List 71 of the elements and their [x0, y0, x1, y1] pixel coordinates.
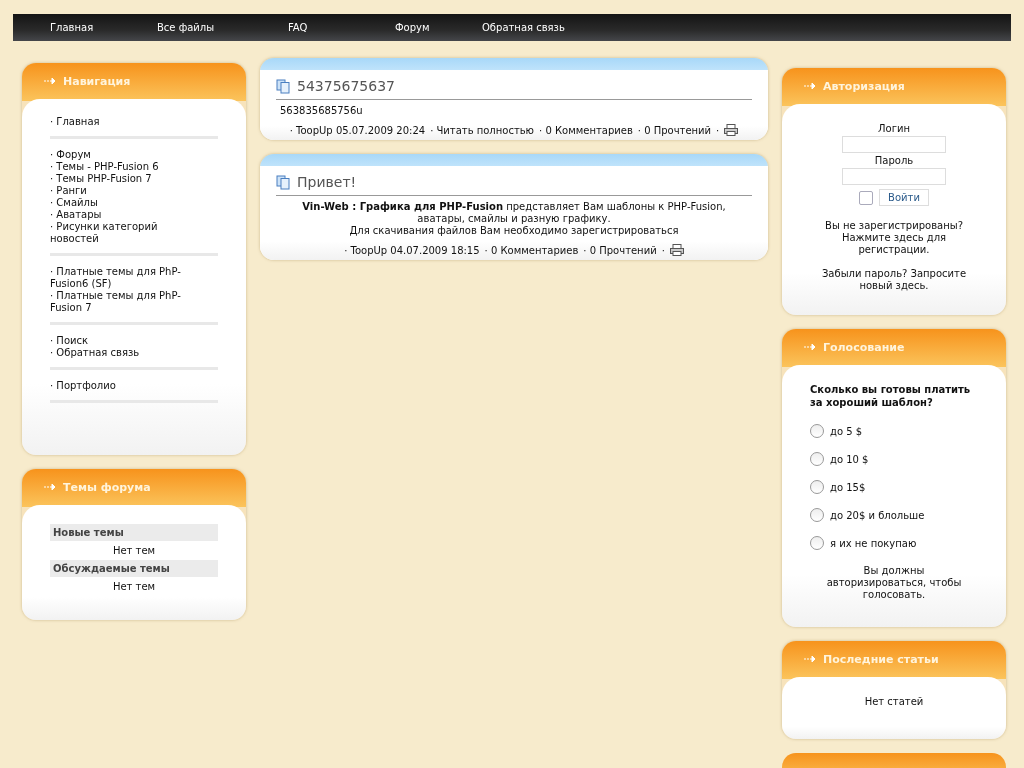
panel-title: Авторизация — [823, 79, 905, 93]
arrow-icon — [804, 656, 815, 662]
news-title: 54375675637 — [297, 78, 395, 94]
menu-link[interactable]: FAQ — [275, 22, 382, 33]
login-button[interactable]: Войти — [879, 189, 929, 206]
poll-note: Вы должны авторизироваться, чтобы голосовать. — [825, 565, 963, 601]
nav-link[interactable]: · Ранги — [50, 185, 200, 197]
radio-button[interactable] — [810, 452, 824, 466]
meta-text: · — [661, 244, 665, 256]
register-text[interactable]: Вы не зарегистрированы? Нажмите здесь для регистрации. — [816, 220, 972, 256]
radio-button[interactable] — [810, 508, 824, 522]
menu-link[interactable]: Все файлы — [144, 22, 275, 33]
option-label: до 5 $ — [830, 425, 863, 437]
empty-text: Нет тем — [111, 580, 157, 594]
login-label: Логин — [878, 123, 910, 134]
meta-text: · ToopUp 04.07.2009 18:15 — [344, 244, 480, 256]
panel-title: Голосование — [823, 340, 905, 354]
empty-text: Нет тем — [111, 544, 157, 558]
option-label: до 10 $ — [830, 453, 869, 465]
news-title: Привет! — [297, 174, 357, 190]
nav-link[interactable]: · Главная — [50, 116, 200, 128]
document-icon — [276, 174, 291, 190]
forgot-password-text[interactable]: Забыли пароль? Запросите новый здесь. — [816, 268, 972, 292]
arrow-icon — [44, 484, 55, 490]
panel-title: Навигация — [63, 74, 131, 88]
meta-text: · ToopUp 05.07.2009 20:24 — [289, 124, 426, 136]
nav-link[interactable]: · Поиск — [50, 335, 200, 347]
nav-link[interactable]: · Платные темы для PhP-Fusion 7 — [50, 290, 200, 314]
password-field[interactable] — [842, 168, 946, 185]
section-heading: Новые темы — [50, 524, 218, 541]
panel-title: Последние статьи — [823, 652, 939, 666]
meta-text: · — [716, 124, 720, 136]
arrow-icon — [804, 344, 815, 350]
meta-text: · 0 Прочтений — [583, 244, 657, 256]
remember-checkbox[interactable] — [859, 190, 874, 205]
nav-link[interactable]: · Темы PHP-Fusion 7 — [50, 173, 200, 185]
meta-text: · 0 Комментариев — [539, 124, 633, 136]
news-text: Vin-Web : Графика для PHP-Fusion представляет Вам шаблоны к PHP-Fusion, аватары, смайлы и разную графику. — [301, 201, 727, 225]
printer-icon[interactable] — [669, 244, 684, 256]
news-text: 563835685756u — [280, 105, 364, 117]
arrow-icon — [44, 78, 55, 84]
radio-button[interactable] — [810, 424, 824, 438]
document-icon — [276, 78, 291, 94]
nav-link[interactable]: · Портфолио — [50, 380, 200, 392]
arrow-icon — [804, 83, 815, 89]
section-heading: Обсуждаемые темы — [50, 560, 218, 577]
nav-link[interactable]: · Смайлы — [50, 197, 200, 209]
option-label: до 20$ и блольше — [830, 509, 925, 521]
empty-text: Нет статей — [863, 695, 925, 708]
radio-button[interactable] — [810, 536, 824, 550]
menu-link[interactable]: Форум — [382, 22, 469, 33]
nav-link[interactable]: · Темы - PHP-Fusion 6 — [50, 161, 200, 173]
news-text: Для скачивания файлов Вам необходимо зарегистрироваться — [348, 225, 680, 237]
nav-link[interactable]: · Обратная связь — [50, 347, 200, 359]
printer-icon[interactable] — [724, 124, 739, 136]
meta-text: · 0 Комментариев — [484, 244, 579, 256]
nav-link[interactable]: · Платные темы для PhP-Fusion6 (SF) — [50, 266, 200, 290]
option-label: до 15$ — [830, 481, 866, 493]
nav-link[interactable]: · Форум — [50, 149, 200, 161]
meta-text: · 0 Прочтений — [637, 124, 712, 136]
menu-link[interactable]: Главная — [37, 22, 144, 33]
panel-title: Темы форума — [63, 480, 151, 494]
option-label: я их не покупаю — [830, 537, 917, 549]
nav-link[interactable]: · Аватары — [50, 209, 200, 221]
poll-question: Сколько вы готовы платить за хороший шаблон? — [810, 383, 972, 409]
meta-text: · Читать полностью — [430, 124, 535, 136]
password-label: Пароль — [874, 155, 914, 166]
radio-button[interactable] — [810, 480, 824, 494]
login-field[interactable] — [842, 136, 946, 153]
menu-link[interactable]: Обратная связь — [469, 22, 602, 33]
nav-link[interactable]: · Рисунки категорий новостей — [50, 221, 200, 245]
